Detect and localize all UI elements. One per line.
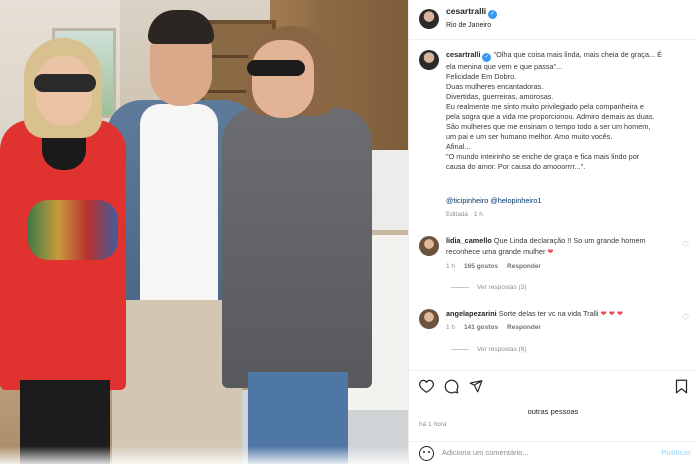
comment-text: angelapezarini Sorte delas ter vc na vid… bbox=[446, 309, 674, 320]
author-username-text[interactable]: cesartralli bbox=[446, 6, 486, 16]
man-shirt bbox=[140, 104, 218, 304]
verified-icon: ✓ bbox=[482, 53, 492, 62]
commenter-avatar[interactable] bbox=[419, 309, 439, 329]
comment-reply-button[interactable]: Responder bbox=[507, 263, 541, 270]
liked-by-text[interactable]: outras pessoas bbox=[409, 407, 696, 416]
caption-line: Duas mulheres encantadoras. bbox=[446, 82, 544, 91]
view-replies-button[interactable]: Ver respostas (6) bbox=[451, 346, 527, 353]
woman-right-face bbox=[252, 40, 314, 118]
comment-meta: 1 h 165 gostos Responder bbox=[446, 263, 550, 270]
post-side-panel: cesartralli ✓ Rio de Janeiro cesartralli ✓… bbox=[408, 0, 696, 464]
caption-line: "Olha que coisa mais linda, mais cheia d… bbox=[493, 50, 662, 59]
comment-username[interactable]: angelapezarini bbox=[446, 309, 497, 318]
heart-emoji-icon: ❤ bbox=[547, 246, 554, 256]
heart-icon[interactable] bbox=[418, 379, 434, 395]
caption-line: ela menina que vem e que passa"... bbox=[446, 62, 563, 71]
bookmark-icon[interactable] bbox=[673, 379, 689, 395]
caption-line: São mulheres que me ensinam o tempo todo… bbox=[446, 122, 651, 131]
author-username[interactable]: cesartralli ✓ bbox=[446, 6, 498, 19]
comment-body: Sorte delas ter vc na vida Tralli bbox=[498, 309, 599, 318]
comment-reply-button[interactable]: Responder bbox=[507, 324, 541, 331]
caption-line: Divertidas, guerreiras, amorosas. bbox=[446, 92, 554, 101]
caption-line: Eu realmente me sinto muito privilegiado… bbox=[446, 102, 644, 111]
woman-right-blazer bbox=[222, 108, 372, 388]
caption-line: Felicidade Em Dobro. bbox=[446, 72, 517, 81]
post-time: há 1 hora bbox=[419, 421, 447, 428]
woman-left-embroidered-sleeve bbox=[28, 200, 118, 260]
caption-line: pela sogra que a vida me proporcionou. A… bbox=[446, 112, 655, 121]
comment-username[interactable]: lidia_camello bbox=[446, 236, 492, 245]
author-avatar[interactable] bbox=[419, 9, 439, 29]
photo-fade bbox=[0, 446, 408, 464]
comment-input[interactable] bbox=[442, 448, 662, 457]
caption-text: cesartralli ✓ "Olha que coisa mais linda,… bbox=[446, 50, 690, 172]
view-replies-label[interactable]: Ver respostas (3) bbox=[477, 284, 527, 291]
post-actions: outras pessoas há 1 hora Publicar bbox=[409, 370, 696, 464]
woman-right-sunglasses bbox=[247, 60, 305, 76]
caption-line: um pai e um ser humano melhor. Amo muito… bbox=[446, 132, 613, 141]
caption-username[interactable]: cesartralli bbox=[446, 50, 480, 59]
caption-edited-time: Editada · 1 h bbox=[446, 211, 483, 218]
view-replies-button[interactable]: Ver respostas (3) bbox=[451, 284, 527, 291]
caption-line: "O mundo inteirinho se enche de graça e … bbox=[446, 152, 640, 161]
caption-avatar[interactable] bbox=[419, 50, 439, 70]
post-photo[interactable] bbox=[0, 0, 408, 464]
caption-mentions[interactable]: @ticipinheiro @helopinheiro1 bbox=[446, 196, 542, 205]
post-header: cesartralli ✓ Rio de Janeiro bbox=[409, 0, 696, 40]
view-replies-label[interactable]: Ver respostas (6) bbox=[477, 346, 527, 353]
comment-likes[interactable]: 141 gostos bbox=[464, 324, 498, 331]
comment-like-icon[interactable]: ♡ bbox=[682, 240, 689, 249]
share-icon[interactable] bbox=[468, 379, 484, 395]
verified-icon: ✓ bbox=[488, 10, 498, 19]
emoji-icon[interactable] bbox=[419, 446, 434, 461]
comment-meta: 1 h 141 gostos Responder bbox=[446, 324, 550, 331]
publish-button[interactable]: Publicar bbox=[661, 448, 691, 457]
post-location[interactable]: Rio de Janeiro bbox=[446, 22, 491, 29]
caption-line: Afinal... bbox=[446, 142, 471, 151]
comment-age: 1 h bbox=[446, 263, 456, 270]
comment-like-icon[interactable]: ♡ bbox=[682, 313, 689, 322]
commenter-avatar[interactable] bbox=[419, 236, 439, 256]
comment-likes[interactable]: 165 gostos bbox=[464, 263, 498, 270]
man-hair bbox=[148, 10, 214, 44]
heart-emoji-icon: ❤ ❤ ❤ bbox=[600, 309, 623, 318]
woman-left-sunglasses bbox=[34, 74, 96, 92]
add-comment-bar: Publicar bbox=[409, 441, 696, 464]
comment-age: 1 h bbox=[446, 324, 456, 331]
comment-text: lidia_camello Que Linda declaração !! So… bbox=[446, 236, 674, 257]
caption-line: causa do amor. Por causa do amooorrrr...… bbox=[446, 162, 586, 171]
comment-icon[interactable] bbox=[443, 379, 459, 395]
